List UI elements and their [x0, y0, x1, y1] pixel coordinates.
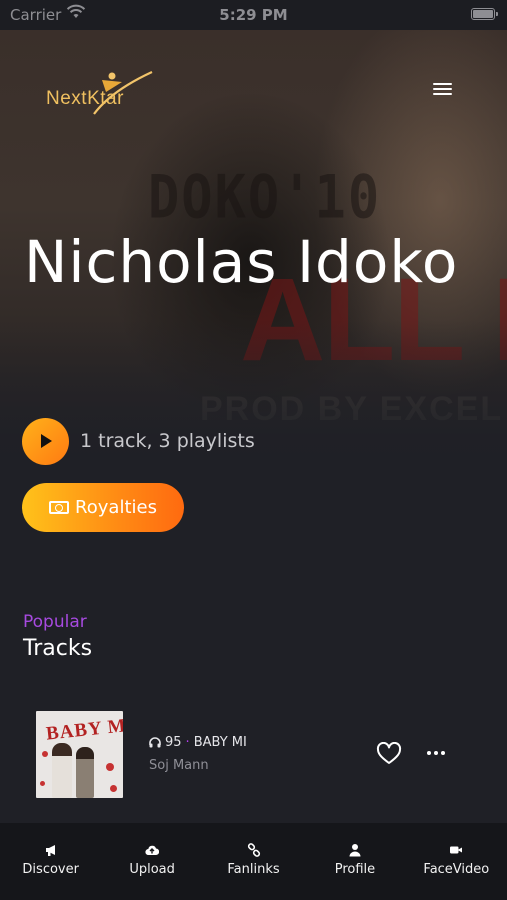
hamburger-menu-icon[interactable] [428, 80, 456, 102]
play-button[interactable] [22, 418, 69, 465]
logo-text: NextKtar [46, 88, 124, 109]
tab-facevideo[interactable]: FaceVideo [406, 823, 507, 900]
section-kicker: Popular [23, 612, 87, 632]
video-camera-icon [450, 846, 463, 854]
tab-label: Profile [334, 862, 376, 877]
tab-discover[interactable]: Discover [0, 823, 101, 900]
track-title: BABY MI [193, 735, 247, 750]
track-row[interactable]: BABY MI 95 · BABY MI Soj Mann [0, 700, 507, 808]
artist-stats: 1 track, 3 playlists [80, 430, 255, 452]
track-artist: Soj Mann [149, 758, 209, 773]
section-title: Tracks [23, 636, 93, 661]
tab-label: Fanlinks [227, 862, 280, 877]
tab-upload[interactable]: Upload [101, 823, 202, 900]
brand-logo: NextKtar [46, 70, 158, 116]
tab-label: Upload [129, 862, 175, 877]
royalties-button[interactable]: Royalties [22, 483, 184, 532]
megaphone-icon [45, 845, 55, 856]
cloud-upload-icon [145, 845, 160, 856]
money-icon [49, 501, 70, 514]
user-icon [349, 844, 361, 857]
separator-dot: · [185, 735, 190, 750]
artwork-figure [76, 747, 94, 798]
link-icon [247, 843, 260, 857]
tab-label: FaceVideo [423, 862, 490, 877]
headphones-icon [149, 737, 161, 748]
bottom-tab-bar: Discover Upload Fanlinks Profile FaceVid… [0, 823, 507, 900]
play-count: 95 [165, 735, 182, 750]
status-bar: Carrier 5:29 PM [0, 0, 507, 30]
battery-icon [471, 8, 498, 20]
artist-name: Nicholas Idoko [24, 228, 459, 296]
track-meta: 95 · BABY MI [149, 735, 247, 750]
track-artwork: BABY MI [36, 711, 123, 798]
clock: 5:29 PM [219, 6, 288, 24]
tab-label: Discover [22, 862, 79, 877]
tab-profile[interactable]: Profile [304, 823, 405, 900]
artwork-figure [52, 743, 72, 798]
poster-decoration: DOKO'10 [148, 163, 382, 233]
heart-icon[interactable] [376, 742, 402, 766]
artwork-title: BABY MI [45, 714, 123, 745]
more-options-icon[interactable] [424, 746, 448, 760]
royalties-label: Royalties [75, 497, 157, 518]
tab-fanlinks[interactable]: Fanlinks [203, 823, 304, 900]
